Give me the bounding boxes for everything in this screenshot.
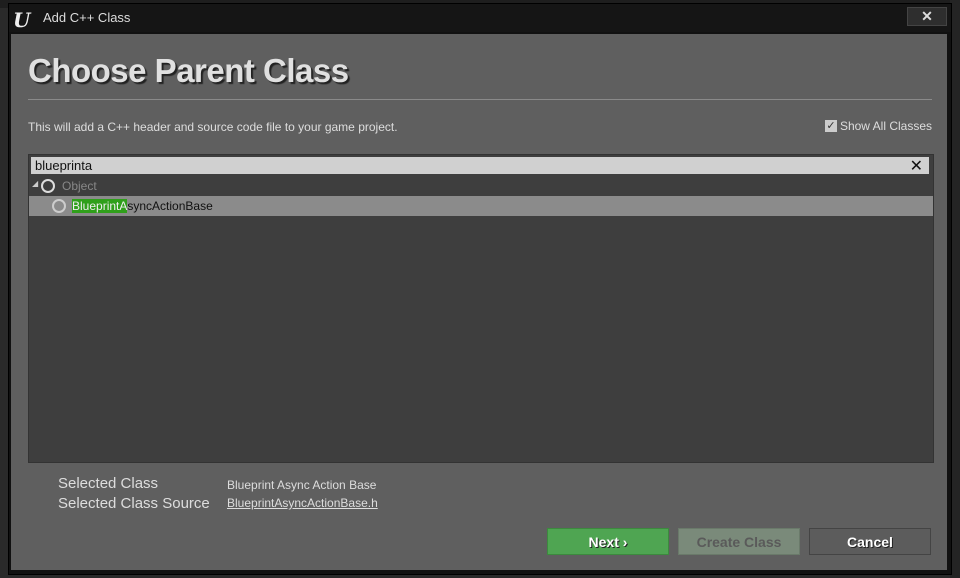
create-class-button[interactable]: Create Class xyxy=(678,528,800,555)
search-box[interactable]: ✕ xyxy=(31,156,929,176)
close-button[interactable]: ✕ xyxy=(907,7,947,26)
next-button[interactable]: Next › xyxy=(547,528,669,555)
selected-class-value: Blueprint Async Action Base xyxy=(227,478,377,492)
selected-class-source-link[interactable]: BlueprintAsyncActionBase.h xyxy=(227,496,378,510)
search-input[interactable] xyxy=(35,157,895,174)
show-all-label: Show All Classes xyxy=(839,119,932,133)
title-bar[interactable]: U Add C++ Class ✕ xyxy=(9,4,951,32)
class-tree: ✕ ◢ Object BlueprintAsyncActionBase xyxy=(28,154,934,463)
tree-item-object[interactable]: ◢ Object xyxy=(29,176,933,196)
class-icon xyxy=(52,199,66,213)
selected-class-label: Selected Class xyxy=(58,475,159,492)
cancel-button[interactable]: Cancel xyxy=(809,528,931,555)
page-title: Choose Parent Class xyxy=(28,52,349,89)
checkbox-icon[interactable]: ✓ xyxy=(824,120,837,132)
unreal-logo-icon: U xyxy=(13,8,31,32)
search-match-highlight: BlueprintA xyxy=(72,199,128,213)
class-icon xyxy=(41,179,55,193)
description: This will add a C++ header and source co… xyxy=(28,120,398,134)
clear-search-icon[interactable]: ✕ xyxy=(910,156,923,176)
add-class-dialog: U Add C++ Class ✕ Choose Parent Class Th… xyxy=(8,3,952,575)
show-all-classes-checkbox[interactable]: ✓ Show All Classes xyxy=(824,119,932,133)
window-title: Add C++ Class xyxy=(43,10,131,25)
tree-item-label: syncActionBase xyxy=(127,199,213,213)
dialog-body: Choose Parent Class This will add a C++ … xyxy=(11,34,947,570)
tree-item-blueprint-async-action-base[interactable]: BlueprintAsyncActionBase xyxy=(29,196,933,216)
tree-item-label: Object xyxy=(62,179,97,193)
divider xyxy=(28,99,932,100)
selected-class-source-label: Selected Class Source xyxy=(58,495,210,512)
chevron-right-icon: › xyxy=(622,534,628,550)
expander-icon[interactable]: ◢ xyxy=(32,179,38,188)
next-label: Next xyxy=(588,534,619,550)
